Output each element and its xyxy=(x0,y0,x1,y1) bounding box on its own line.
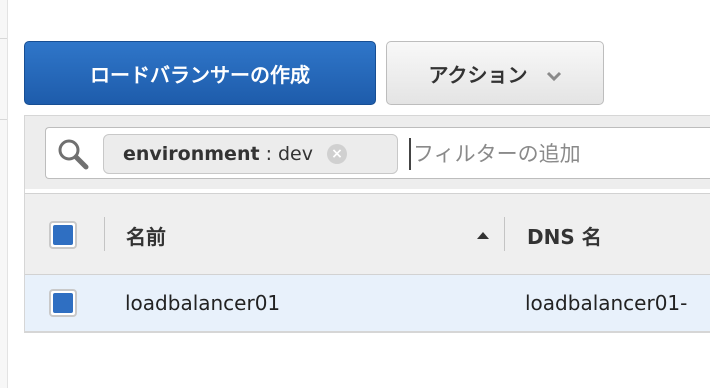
side-panel-divider xyxy=(0,38,7,39)
filter-token-separator: : xyxy=(265,143,272,165)
create-load-balancer-button[interactable]: ロードバランサーの作成 xyxy=(24,41,376,105)
column-divider[interactable] xyxy=(104,217,105,251)
load-balancer-table-panel: environment : dev × 名前 DNS 名 loadbalance… xyxy=(24,115,710,333)
row-dns-name-cell: loadbalancer01- xyxy=(525,291,688,315)
filter-token-key: environment xyxy=(123,143,260,165)
clear-circle-icon[interactable]: × xyxy=(326,144,347,164)
side-panel-edge xyxy=(0,0,8,388)
actions-dropdown-button[interactable]: アクション xyxy=(386,41,604,105)
table-row[interactable]: loadbalancer01 loadbalancer01- xyxy=(25,275,710,332)
select-all-checkbox[interactable] xyxy=(49,221,77,249)
actions-label: アクション xyxy=(428,62,528,87)
filter-bar: environment : dev × xyxy=(25,115,710,189)
row-name-cell: loadbalancer01 xyxy=(125,291,281,315)
row-checkbox[interactable] xyxy=(49,289,77,317)
search-icon xyxy=(56,137,90,171)
table-header-row: 名前 DNS 名 xyxy=(25,193,710,275)
filter-token-value: dev xyxy=(277,143,313,165)
checkbox-fill xyxy=(53,225,73,245)
chevron-down-icon xyxy=(546,65,562,82)
column-header-name[interactable]: 名前 xyxy=(126,221,166,250)
text-cursor xyxy=(409,138,411,170)
filter-search-box[interactable]: environment : dev × xyxy=(45,127,710,179)
create-load-balancer-label: ロードバランサーの作成 xyxy=(90,62,310,87)
sort-ascending-icon[interactable] xyxy=(477,232,489,239)
column-divider[interactable] xyxy=(504,217,505,251)
column-header-dns-name[interactable]: DNS 名 xyxy=(527,221,602,250)
checkbox-fill xyxy=(53,293,73,313)
filter-input[interactable] xyxy=(413,134,710,174)
side-panel-divider xyxy=(0,119,7,120)
filter-token[interactable]: environment : dev × xyxy=(103,134,398,174)
